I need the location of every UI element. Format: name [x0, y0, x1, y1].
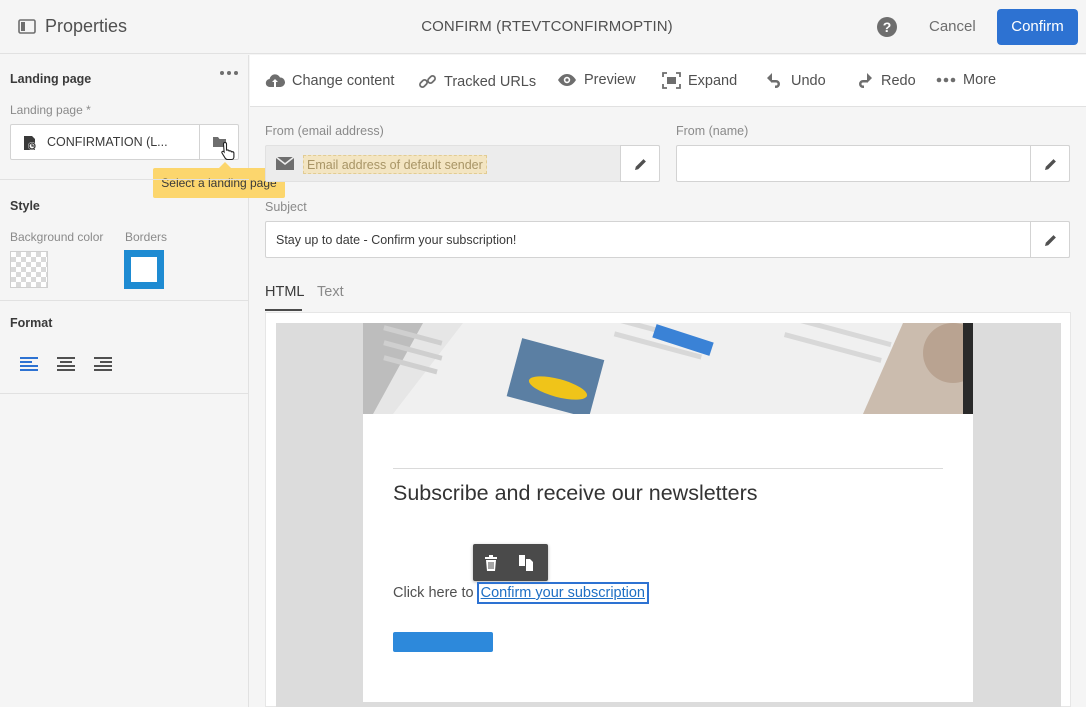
from-email-field[interactable]: Email address of default sender: [265, 145, 660, 182]
expand-button[interactable]: Expand: [662, 72, 737, 89]
more-label: More: [963, 72, 997, 88]
redo-icon: [859, 73, 872, 88]
tracked-urls-label: Tracked URLs: [444, 73, 537, 90]
hero-image[interactable]: [363, 323, 973, 414]
change-content-label: Change content: [292, 73, 395, 89]
more-options-icon[interactable]: [220, 71, 238, 75]
top-bar: Properties CONFIRM (RTEVTCONFIRMOPTIN) ?…: [0, 0, 1086, 54]
landing-page-field-label: Landing page *: [10, 103, 91, 117]
email-body: Subscribe and receive our newsletters Cl…: [363, 323, 973, 702]
from-email-placeholder: Email address of default sender: [303, 155, 487, 174]
from-name-field[interactable]: [676, 145, 1070, 182]
pencil-icon: [635, 159, 646, 170]
block-toolbar: [473, 544, 548, 581]
help-icon[interactable]: ?: [877, 17, 897, 37]
edit-subject-button[interactable]: [1030, 221, 1070, 258]
redo-button[interactable]: Redo: [855, 72, 916, 89]
separator-line: [393, 468, 943, 469]
email-cta-button[interactable]: [393, 632, 493, 652]
undo-icon: [767, 73, 780, 88]
align-center-button[interactable]: [56, 355, 76, 373]
preview-label: Preview: [584, 72, 636, 88]
duplicate-icon[interactable]: [518, 554, 534, 571]
landing-page-icon: [24, 136, 36, 150]
link-icon: [419, 75, 436, 88]
hand-cursor-icon: [221, 141, 235, 161]
align-center-icon: [57, 357, 75, 371]
landing-page-section-title: Landing page: [10, 72, 92, 86]
expand-icon: [662, 72, 681, 89]
pencil-icon: [1045, 235, 1056, 246]
landing-page-field[interactable]: CONFIRMATION (L...: [10, 124, 239, 161]
more-icon: [936, 77, 956, 83]
confirm-subscription-link-block[interactable]: Confirm your subscription: [476, 582, 649, 604]
trash-icon[interactable]: [484, 555, 498, 571]
envelope-icon: [276, 157, 294, 170]
borders-swatch[interactable]: [124, 250, 164, 289]
divider: [0, 300, 249, 301]
undo-label: Undo: [791, 72, 826, 89]
page-title: CONFIRM (RTEVTCONFIRMOPTIN): [421, 18, 673, 35]
change-content-button[interactable]: Change content: [265, 72, 394, 90]
confirm-button[interactable]: Confirm: [997, 9, 1078, 45]
align-right-icon: [94, 357, 112, 371]
pencil-icon: [1045, 159, 1056, 170]
tab-html[interactable]: HTML: [265, 284, 304, 311]
subject-label: Subject: [265, 200, 307, 214]
more-button[interactable]: More: [936, 72, 996, 88]
divider: [0, 393, 249, 394]
tab-text[interactable]: Text: [317, 284, 344, 300]
hero-illustration: [363, 323, 973, 414]
from-email-label: From (email address): [265, 124, 384, 138]
align-left-button[interactable]: [19, 355, 39, 373]
cancel-button[interactable]: Cancel: [929, 18, 976, 35]
align-left-icon: [20, 357, 38, 371]
properties-panel: Landing page Landing page * CONFIRMATION…: [0, 55, 285, 707]
click-here-text: Click here to Confirm your subscription: [393, 582, 649, 604]
cloud-upload-icon: [265, 74, 285, 88]
format-section-title: Format: [10, 316, 53, 330]
confirm-subscription-link[interactable]: Confirm your subscription: [481, 585, 645, 601]
tracked-urls-button[interactable]: Tracked URLs: [418, 72, 536, 91]
select-landing-page-button[interactable]: [199, 125, 239, 161]
click-prefix: Click here to: [393, 585, 474, 601]
expand-label: Expand: [688, 72, 738, 89]
subject-field[interactable]: Stay up to date - Confirm your subscript…: [265, 221, 1070, 258]
background-color-swatch[interactable]: [10, 251, 48, 288]
eye-icon: [558, 74, 576, 86]
from-name-label: From (name): [676, 124, 749, 138]
style-section-title: Style: [10, 199, 40, 213]
subject-value: Stay up to date - Confirm your subscript…: [276, 233, 517, 247]
borders-label: Borders: [125, 230, 168, 244]
redo-label: Redo: [881, 72, 916, 89]
editor-toolbar: Change content Tracked URLs Preview Expa…: [250, 55, 1086, 107]
align-right-button[interactable]: [93, 355, 113, 373]
undo-button[interactable]: Undo: [765, 72, 826, 89]
background-color-label: Background color: [10, 230, 104, 244]
landing-page-value: CONFIRMATION (L...: [47, 135, 168, 149]
preview-button[interactable]: Preview: [557, 72, 636, 88]
email-headline[interactable]: Subscribe and receive our newsletters: [393, 481, 758, 506]
divider: [0, 179, 249, 180]
edit-from-name-button[interactable]: [1030, 145, 1070, 182]
edit-from-email-button[interactable]: [620, 145, 660, 182]
